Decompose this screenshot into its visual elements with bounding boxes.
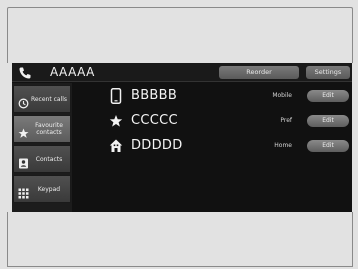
edit-button[interactable]: Edit <box>307 140 349 152</box>
phone-handset-icon <box>18 65 32 79</box>
sidebar-item-label: Contacts <box>35 155 63 163</box>
sidebar-item-contacts[interactable]: Contacts <box>13 145 71 173</box>
number-type: Mobile <box>272 92 292 99</box>
sidebar: Recent calls Favourite contacts Contacts <box>12 83 72 212</box>
contacts-icon <box>18 154 29 169</box>
sidebar-item-favourite-contacts[interactable]: Favourite contacts <box>13 115 71 143</box>
sidebar-item-label: Favourite contacts <box>35 122 63 136</box>
keypad-icon <box>18 184 29 199</box>
page-title: AAAAA <box>50 65 95 79</box>
edit-button[interactable]: Edit <box>307 115 349 127</box>
star-icon <box>18 124 29 138</box>
settings-button[interactable]: Settings <box>306 66 350 79</box>
list-item[interactable]: CCCCC Pref Edit <box>106 110 352 132</box>
sidebar-item-recent-calls[interactable]: Recent calls <box>13 85 71 113</box>
home-icon <box>109 138 123 154</box>
star-icon <box>109 113 123 129</box>
sidebar-item-label: Recent calls <box>30 95 68 103</box>
contact-name: BBBBB <box>131 88 178 103</box>
page-frame-bottom <box>7 212 353 267</box>
header-bar: AAAAA Reorder Settings <box>12 63 352 82</box>
mobile-phone-icon <box>109 88 123 104</box>
page-frame-top <box>7 7 353 63</box>
recent-calls-icon <box>18 94 29 109</box>
edit-button[interactable]: Edit <box>307 90 349 102</box>
phone-screen: AAAAA Reorder Settings Recent calls Favo… <box>12 63 352 212</box>
list-item[interactable]: DDDDD Home Edit <box>106 135 352 157</box>
sidebar-item-keypad[interactable]: Keypad <box>13 175 71 203</box>
contact-name: CCCCC <box>131 113 178 128</box>
list-item[interactable]: BBBBB Mobile Edit <box>106 85 352 107</box>
number-type: Home <box>274 142 292 149</box>
sidebar-item-label: Keypad <box>37 185 61 193</box>
contact-name: DDDDD <box>131 138 183 153</box>
reorder-button[interactable]: Reorder <box>219 66 299 79</box>
number-type: Pref <box>280 117 292 124</box>
